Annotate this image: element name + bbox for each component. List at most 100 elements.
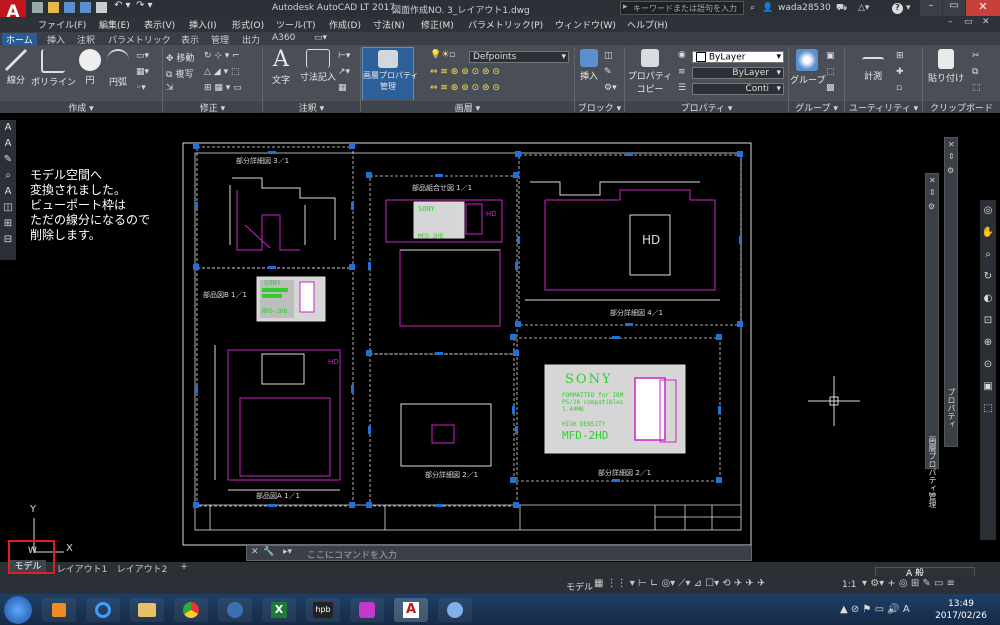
layer-tools-row1[interactable]: ⇔ ≋ ⊛ ⊚ ⊙ ⊜ ⊝ (430, 67, 500, 77)
move-button[interactable]: ✥ 移動 (166, 51, 194, 64)
paste-button[interactable]: 貼り付け (925, 49, 967, 84)
cart-icon[interactable]: ⛟ (836, 3, 847, 14)
ungroup-icon[interactable]: ▣ (826, 51, 835, 61)
help-icon[interactable]: ? (892, 3, 903, 14)
insert-button[interactable]: 挿入 (578, 49, 600, 82)
point-icon[interactable]: ✚ (896, 67, 904, 77)
new-icon[interactable] (32, 2, 43, 13)
rotate-icon[interactable]: ↻ ⊹ ▾ ⌐ (204, 51, 240, 61)
minimize-icon[interactable]: – (920, 0, 942, 16)
a360-icon[interactable]: △▾ (858, 3, 869, 13)
group-label-block[interactable]: ブロック ▾ (575, 100, 624, 114)
tab-a360[interactable]: A360 (272, 33, 295, 43)
user-name[interactable]: wada28530 (778, 3, 831, 13)
command-input[interactable]: ここにコマンドを入力 (307, 548, 397, 561)
menu-restore-icon[interactable]: ▭ (964, 17, 973, 27)
measure-button[interactable]: 計測 (858, 49, 888, 82)
mirror-icon[interactable]: △ ◢ ▾ ⬚ (204, 67, 239, 77)
navigation-icons[interactable]: ◎ ✋ ⌕ ↻ ◐ ⊡ ⊕ ⊙ ▣ ⬚ (980, 200, 996, 420)
arc-button[interactable]: 円弧 (106, 49, 130, 88)
menu-view[interactable]: 表示(V) (144, 18, 175, 31)
menu-tools[interactable]: ツール(T) (276, 18, 316, 31)
start-button[interactable] (4, 596, 32, 624)
array-icon[interactable]: ⊞ ▦ ▾ ▭ (204, 83, 242, 93)
copy-base-icon[interactable]: ⬚ (972, 83, 981, 93)
menu-draw[interactable]: 作成(D) (329, 18, 361, 31)
group-label-draw[interactable]: 作成 ▾ (0, 100, 162, 114)
menu-insert[interactable]: 挿入(I) (189, 18, 217, 31)
menu-help[interactable]: ヘルプ(H) (627, 18, 668, 31)
taskbar-excel-icon[interactable]: X (262, 598, 296, 622)
status-settings-icons[interactable]: ▾ ⚙▾ + ◎ ⊞ ✎ ▭ ≡ (862, 578, 955, 589)
print-icon[interactable] (96, 2, 107, 13)
menu-dimension[interactable]: 寸法(N) (373, 18, 405, 31)
properties-palette-options-icon[interactable]: ⇕ (948, 152, 955, 161)
match-properties-button[interactable]: プロパティ コピー (627, 49, 673, 95)
taskbar-media-player-icon[interactable] (42, 598, 76, 622)
layer-state-icons[interactable]: 💡☀▫ (430, 50, 455, 60)
copy-clip-icon[interactable]: ⧉ (972, 67, 978, 77)
properties-palette-settings-icon[interactable]: ⚙ (947, 166, 954, 175)
menu-min-icon[interactable]: – (948, 17, 953, 27)
restore-icon[interactable]: ▭ (943, 0, 965, 16)
status-scale[interactable]: 1:1 (842, 580, 856, 590)
menu-parametric[interactable]: パラメトリック(P) (468, 18, 543, 31)
clock[interactable]: 13:49 2017/02/26 (926, 598, 996, 622)
group-select-icon[interactable]: ▩ (826, 83, 835, 93)
undo-icon[interactable]: ↶ ▾ (114, 0, 131, 11)
lineweight-dropdown[interactable]: ByLayer ▾ (692, 67, 784, 79)
command-close-icon[interactable]: ✕ (251, 547, 259, 557)
search-input[interactable]: キーワードまたは語句を入力 (633, 3, 737, 14)
group-label-properties[interactable]: プロパティ ▾ (625, 100, 788, 114)
left-toolbar-icons[interactable]: A A ✎ ⌕ A ◫ ⊞ ⊟ (0, 120, 16, 248)
palette-options-icon[interactable]: ⇕ (929, 188, 936, 197)
leader-icon[interactable]: ⊢▾ (338, 51, 350, 61)
layer-dropdown[interactable]: Defpoints ▾ (469, 51, 569, 63)
group-label-group[interactable]: グループ ▾ (789, 100, 844, 114)
dimension-button[interactable]: 寸法記入 (298, 49, 338, 83)
menu-file[interactable]: ファイル(F) (38, 18, 86, 31)
draw-more-icon[interactable]: ◦▾ (136, 83, 146, 93)
multileader-icon[interactable]: ↗▾ (338, 67, 350, 77)
command-line[interactable]: ✕ 🔧 ▸▾ ここにコマンドを入力 (246, 545, 752, 561)
group-button[interactable]: グループ (790, 49, 825, 86)
block-edit-icon[interactable]: ✎ (604, 67, 612, 77)
taskbar-paint-icon[interactable] (438, 598, 472, 622)
taskbar-ie-icon[interactable] (86, 598, 120, 622)
tab-add[interactable]: + (178, 562, 190, 574)
menu-modify[interactable]: 修正(M) (421, 18, 454, 31)
taskbar-paint-app-icon[interactable] (350, 598, 384, 622)
cut-icon[interactable]: ✂ (972, 51, 980, 61)
menu-edit[interactable]: 編集(E) (99, 18, 130, 31)
group-label-clipboard[interactable]: クリップボード (923, 100, 1000, 114)
group-label-modify[interactable]: 修正 ▾ (163, 100, 262, 114)
status-toggles[interactable]: ▦ ⋮⋮ ▾ ⊢ ∟ ◎▾ ⟋▾ ⊿ ☐▾ ⟲ ✈ ✈ ✈ (594, 578, 765, 589)
taskbar-hpb-icon[interactable]: hpb (306, 598, 340, 622)
command-wrench-icon[interactable]: 🔧 (263, 547, 274, 557)
color-dropdown[interactable]: ByLayer ▾ (692, 51, 784, 63)
saveas-icon[interactable] (80, 2, 91, 13)
menu-format[interactable]: 形式(O) (232, 18, 264, 31)
group-edit-icon[interactable]: ⬚ (826, 67, 835, 77)
text-button[interactable]: A 文字 (266, 47, 296, 86)
redo-icon[interactable]: ↷ ▾ (136, 0, 153, 11)
group-label-utility[interactable]: ユーティリティ ▾ (845, 100, 922, 114)
block-create-icon[interactable]: ◫ (604, 51, 613, 61)
block-attr-icon[interactable]: ⚙▾ (604, 83, 617, 93)
stretch-icon[interactable]: ⇲ (166, 83, 174, 93)
taskbar-thunderbird-icon[interactable] (218, 598, 252, 622)
user-icon[interactable]: 👤 (762, 3, 773, 13)
open-icon[interactable] (48, 2, 59, 13)
copy-button[interactable]: ⧉ 複写 (166, 67, 193, 80)
tab-layout2[interactable]: レイアウト2 (114, 562, 170, 575)
linetype-dropdown[interactable]: Conti ▾ (692, 83, 784, 95)
tray-icons[interactable]: ▲ ⊘ ⚑ ▭ 🔊 A (840, 604, 910, 615)
taskbar-chrome-icon[interactable] (174, 598, 208, 622)
line-button[interactable]: 線分 (3, 49, 29, 86)
menu-close-icon[interactable]: ✕ (982, 17, 990, 27)
tab-layout1[interactable]: レイアウト1 (56, 562, 108, 575)
circle-button[interactable]: 円 (79, 49, 101, 86)
help-dropdown-icon[interactable]: ▾ (906, 3, 911, 13)
binoculars-icon[interactable]: ⌕ (750, 3, 755, 13)
rectangle-icon[interactable]: ▭▾ (136, 51, 149, 61)
